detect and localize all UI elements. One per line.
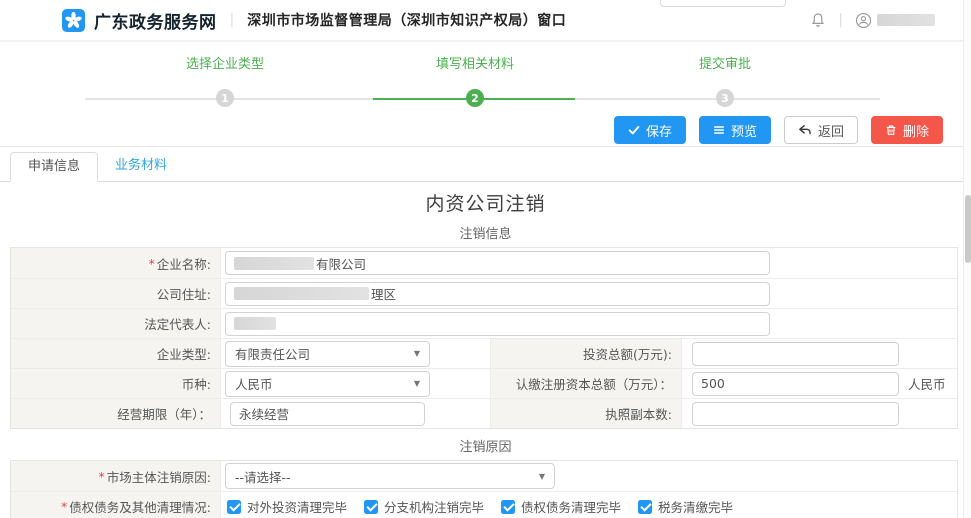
form-row-cancellation-reason: * 市场主体注销原因: --请选择-- ▼: [11, 461, 957, 491]
checkbox-debts-cleared[interactable]: 债权债务清理完毕: [501, 497, 621, 516]
back-button-label: 返回: [818, 121, 844, 140]
check-icon: [628, 124, 640, 136]
checkbox-checked-icon: [638, 500, 652, 514]
section-title-info: 注销信息: [0, 223, 971, 242]
user-menu[interactable]: [855, 12, 935, 29]
field-label: * 债权债务及其他清理情况:: [11, 492, 221, 518]
field-label: * 企业名称:: [11, 248, 221, 278]
header-divider: |: [838, 12, 843, 28]
tab-bar: 申请信息 业务材料: [0, 147, 971, 182]
user-icon: [855, 12, 872, 29]
header: 广东政务服务网 | 深圳市市场监督管理局（深圳市知识产权局）窗口 |: [0, 0, 971, 42]
cancellation-reason-select[interactable]: --请选择-- ▼: [225, 463, 555, 489]
step-select-enterprise-type[interactable]: 选择企业类型 1: [100, 53, 350, 107]
form-row-term-license: 经营期限（年）： 执照副本数:: [11, 398, 957, 428]
field-label: 币种:: [11, 369, 221, 398]
page-title: 内资公司注销: [0, 189, 971, 216]
action-toolbar: 保存 预览 返回 删除: [0, 112, 971, 147]
form-row-type-investment: 企业类型: 有限责任公司 ▼ 投资总额(万元):: [11, 338, 957, 368]
company-address-input[interactable]: 理区: [225, 282, 770, 306]
form-row-legal-representative: 法定代表人:: [11, 308, 957, 338]
step-fill-materials[interactable]: 填写相关材料 2: [350, 53, 600, 107]
preview-button[interactable]: 预览: [699, 116, 771, 144]
notifications-button[interactable]: [810, 12, 826, 28]
tab-business-materials[interactable]: 业务材料: [98, 152, 184, 182]
field-label: 认缴注册资本总额（万元）：: [490, 369, 682, 398]
field-label: 投资总额(万元):: [490, 339, 682, 368]
field-label: 经营期限（年）：: [11, 399, 221, 428]
deregistration-reason-form: * 市场主体注销原因: --请选择-- ▼ * 债权债务及其他清理情况: 对外投…: [10, 460, 958, 518]
form-row-company-address: 公司住址: 理区: [11, 278, 957, 308]
delete-button[interactable]: 删除: [871, 116, 943, 144]
bell-icon: [810, 12, 826, 28]
scrollbar-thumb[interactable]: [965, 195, 971, 263]
step-submit-approval[interactable]: 提交审批 3: [600, 53, 850, 107]
redacted-value: [234, 257, 314, 270]
back-arrow-icon: [798, 124, 812, 136]
save-button-label: 保存: [646, 121, 672, 140]
list-icon: [713, 124, 725, 136]
checkbox-branches-deregistered[interactable]: 分支机构注销完毕: [364, 497, 484, 516]
field-label: 企业类型:: [11, 339, 221, 368]
field-label: 法定代表人:: [11, 309, 221, 338]
form-row-currency-capital: 币种: 人民币 ▼ 认缴注册资本总额（万元）： 人民币: [11, 368, 957, 398]
step-label: 提交审批: [699, 53, 751, 70]
section-title-reason: 注销原因: [0, 436, 971, 455]
enterprise-type-select[interactable]: 有限责任公司 ▼: [225, 341, 430, 367]
tab-application-info[interactable]: 申请信息: [10, 152, 98, 182]
chevron-down-icon: ▼: [414, 349, 420, 358]
user-name-redacted: [877, 14, 935, 26]
redacted-value: [234, 317, 276, 330]
header-divider: |: [230, 12, 235, 28]
redacted-value: [234, 287, 369, 300]
step-number-badge: 3: [716, 89, 734, 107]
step-number-badge: 2: [466, 89, 484, 107]
license-copies-input[interactable]: [692, 402, 899, 426]
field-label: 执照副本数:: [490, 399, 682, 428]
preview-button-label: 预览: [731, 121, 757, 140]
checkbox-taxes-settled[interactable]: 税务清缴完毕: [638, 497, 733, 516]
brand-title: 广东政务服务网: [94, 8, 217, 33]
step-label: 选择企业类型: [186, 53, 264, 70]
checkbox-checked-icon: [364, 500, 378, 514]
checkbox-checked-icon: [227, 500, 241, 514]
business-term-input[interactable]: [230, 402, 425, 426]
chevron-down-icon: ▼: [539, 472, 545, 481]
chevron-down-icon: ▼: [414, 379, 420, 388]
form-row-enterprise-name: * 企业名称: 有限公司: [11, 248, 957, 278]
field-label: 公司住址:: [11, 279, 221, 308]
step-label: 填写相关材料: [436, 53, 514, 70]
top-overlay-remnant: [660, 0, 786, 7]
field-label: * 市场主体注销原因:: [11, 461, 221, 491]
capital-currency-suffix: 人民币: [908, 374, 946, 393]
currency-select[interactable]: 人民币 ▼: [225, 371, 430, 397]
scrollbar-track: [963, 0, 971, 518]
deregistration-info-form: * 企业名称: 有限公司 公司住址: 理区: [10, 247, 958, 429]
back-button[interactable]: 返回: [784, 116, 858, 144]
investment-total-input[interactable]: [692, 342, 899, 366]
trash-icon: [885, 124, 897, 136]
checkbox-external-investment-cleared[interactable]: 对外投资清理完毕: [227, 497, 347, 516]
step-number-badge: 1: [216, 89, 234, 107]
legal-representative-input[interactable]: [225, 312, 770, 336]
app-window: 广东政务服务网 | 深圳市市场监督管理局（深圳市知识产权局）窗口 |: [0, 0, 971, 518]
progress-stepper: 选择企业类型 1 填写相关材料 2 提交审批 3: [0, 42, 971, 112]
gdzwfw-logo-icon: [62, 9, 85, 32]
registered-capital-input[interactable]: [692, 372, 899, 396]
form-row-cleanup-status: * 债权债务及其他清理情况: 对外投资清理完毕 分支机构注销完毕 债权债务清理: [11, 491, 957, 518]
checkbox-checked-icon: [501, 500, 515, 514]
save-button[interactable]: 保存: [614, 116, 686, 144]
window-title: 深圳市市场监督管理局（深圳市知识产权局）窗口: [247, 10, 566, 30]
enterprise-name-input[interactable]: 有限公司: [225, 251, 770, 275]
delete-button-label: 删除: [903, 121, 929, 140]
